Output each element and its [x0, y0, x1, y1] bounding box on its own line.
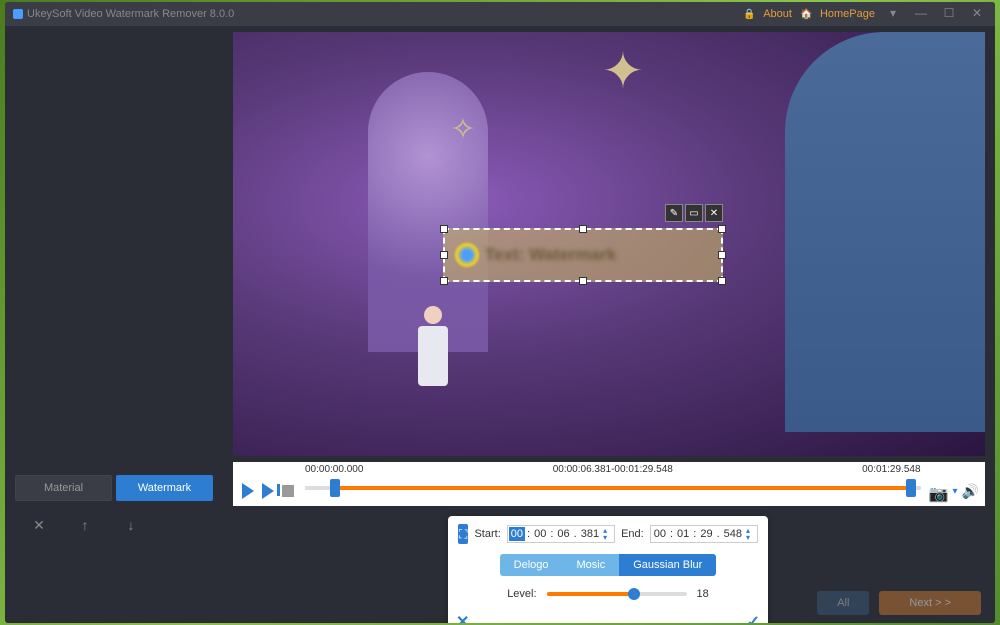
homepage-link[interactable]: HomePage	[820, 8, 875, 20]
stop-button[interactable]	[279, 482, 297, 500]
start-label: Start:	[474, 528, 500, 540]
fullscreen-icon[interactable]: ⛶	[458, 524, 468, 544]
panel-close-icon[interactable]: ✕	[456, 612, 469, 623]
scene-chandelier-2: ✦	[573, 42, 673, 102]
camera-dropdown-icon[interactable]: ▾	[953, 486, 958, 497]
selection-toolbar: ✎ ▭ ✕	[665, 204, 723, 222]
range-handle-end[interactable]	[906, 479, 916, 497]
mode-mosaic[interactable]: Mosic	[563, 554, 620, 576]
end-seconds[interactable]: 29	[698, 527, 714, 541]
maximize-button[interactable]: ☐	[939, 6, 959, 22]
start-minutes[interactable]: 00	[532, 527, 548, 541]
panel-confirm-icon[interactable]: ✓	[747, 612, 760, 623]
home-icon	[800, 8, 812, 20]
start-seconds[interactable]: 06	[555, 527, 571, 541]
volume-icon[interactable]	[962, 483, 979, 500]
resize-handle-mr[interactable]	[718, 251, 726, 259]
level-slider[interactable]	[547, 592, 687, 596]
mode-gaussian[interactable]: Gaussian Blur	[619, 554, 716, 576]
resize-handle-tm[interactable]	[579, 225, 587, 233]
minimize-button[interactable]: —	[911, 6, 931, 22]
level-slider-thumb[interactable]	[628, 588, 640, 600]
video-preview[interactable]: ✧ ✦ Text: Water	[233, 32, 985, 456]
level-value: 18	[697, 588, 709, 600]
app-title: UkeySoft Video Watermark Remover 8.0.0	[27, 8, 234, 20]
range-handle-start[interactable]	[330, 479, 340, 497]
left-panel: Material Watermark ✕ ↑ ↓	[5, 26, 223, 623]
image-selection-icon[interactable]: ▭	[685, 204, 703, 222]
start-time-input[interactable]: 00 : 00 : 06 . 381 ▴ ▾	[507, 525, 615, 543]
end-hours[interactable]: 00	[652, 527, 668, 541]
title-bar: UkeySoft Video Watermark Remover 8.0.0 A…	[5, 2, 995, 26]
dropdown-button[interactable]: ▾	[883, 6, 903, 22]
watermark-selection-box[interactable]: Text: Watermark ✎ ▭ ✕	[443, 228, 723, 282]
lock-icon	[743, 8, 755, 20]
next-button[interactable]: Next > >	[879, 591, 981, 615]
resize-handle-tl[interactable]	[440, 225, 448, 233]
scene-character	[413, 306, 453, 416]
right-panel: ✧ ✦ Text: Water	[223, 26, 995, 623]
resize-handle-br[interactable]	[718, 277, 726, 285]
start-ms[interactable]: 381	[579, 527, 601, 541]
panel-tabs: Material Watermark	[15, 475, 213, 501]
scene-window-right	[785, 32, 985, 432]
end-time-input[interactable]: 00 : 01 : 29 . 548 ▴ ▾	[650, 525, 758, 543]
resize-handle-tr[interactable]	[718, 225, 726, 233]
timeline-bar: 00:00:00.000 00:00:06.381-00:01:29.548 0…	[233, 462, 985, 506]
snapshot-icon[interactable]	[929, 484, 949, 500]
end-spin-down[interactable]: ▾	[746, 534, 756, 541]
play-button[interactable]	[239, 482, 257, 500]
app-icon	[13, 9, 23, 19]
scene-chandelier-1: ✧	[413, 112, 513, 172]
level-label: Level:	[507, 588, 536, 600]
time-end-label: 00:01:29.548	[862, 464, 920, 475]
watermark-text: Text: Watermark	[485, 245, 616, 265]
step-button[interactable]	[259, 482, 277, 500]
end-label: End:	[621, 528, 644, 540]
end-minutes[interactable]: 01	[675, 527, 691, 541]
start-spin-down[interactable]: ▾	[603, 534, 613, 541]
close-button[interactable]: ✕	[967, 6, 987, 22]
start-hours[interactable]: 00	[509, 527, 525, 541]
tab-material[interactable]: Material	[15, 475, 112, 501]
delete-selection-icon[interactable]: ✕	[705, 204, 723, 222]
resize-handle-bm[interactable]	[579, 277, 587, 285]
all-button[interactable]: All	[817, 591, 869, 615]
time-range-label: 00:00:06.381-00:01:29.548	[553, 464, 673, 475]
delete-icon[interactable]: ✕	[31, 517, 47, 533]
tab-watermark[interactable]: Watermark	[116, 475, 213, 501]
watermark-logo-icon	[455, 243, 479, 267]
resize-handle-ml[interactable]	[440, 251, 448, 259]
resize-handle-bl[interactable]	[440, 277, 448, 285]
mode-delogo[interactable]: Delogo	[500, 554, 563, 576]
down-arrow-icon[interactable]: ↓	[123, 517, 139, 533]
end-ms[interactable]: 548	[722, 527, 744, 541]
time-start-label: 00:00:00.000	[305, 464, 363, 475]
up-arrow-icon[interactable]: ↑	[77, 517, 93, 533]
app-window: UkeySoft Video Watermark Remover 8.0.0 A…	[5, 2, 995, 623]
mode-tabs: Delogo Mosic Gaussian Blur	[458, 554, 758, 576]
timeline-track[interactable]	[305, 479, 921, 497]
edit-selection-icon[interactable]: ✎	[665, 204, 683, 222]
preview-scene: ✧ ✦ Text: Water	[233, 32, 985, 456]
about-link[interactable]: About	[763, 8, 792, 20]
settings-panel: ⛶ Start: 00 : 00 : 06 . 381 ▴ ▾	[448, 516, 768, 623]
